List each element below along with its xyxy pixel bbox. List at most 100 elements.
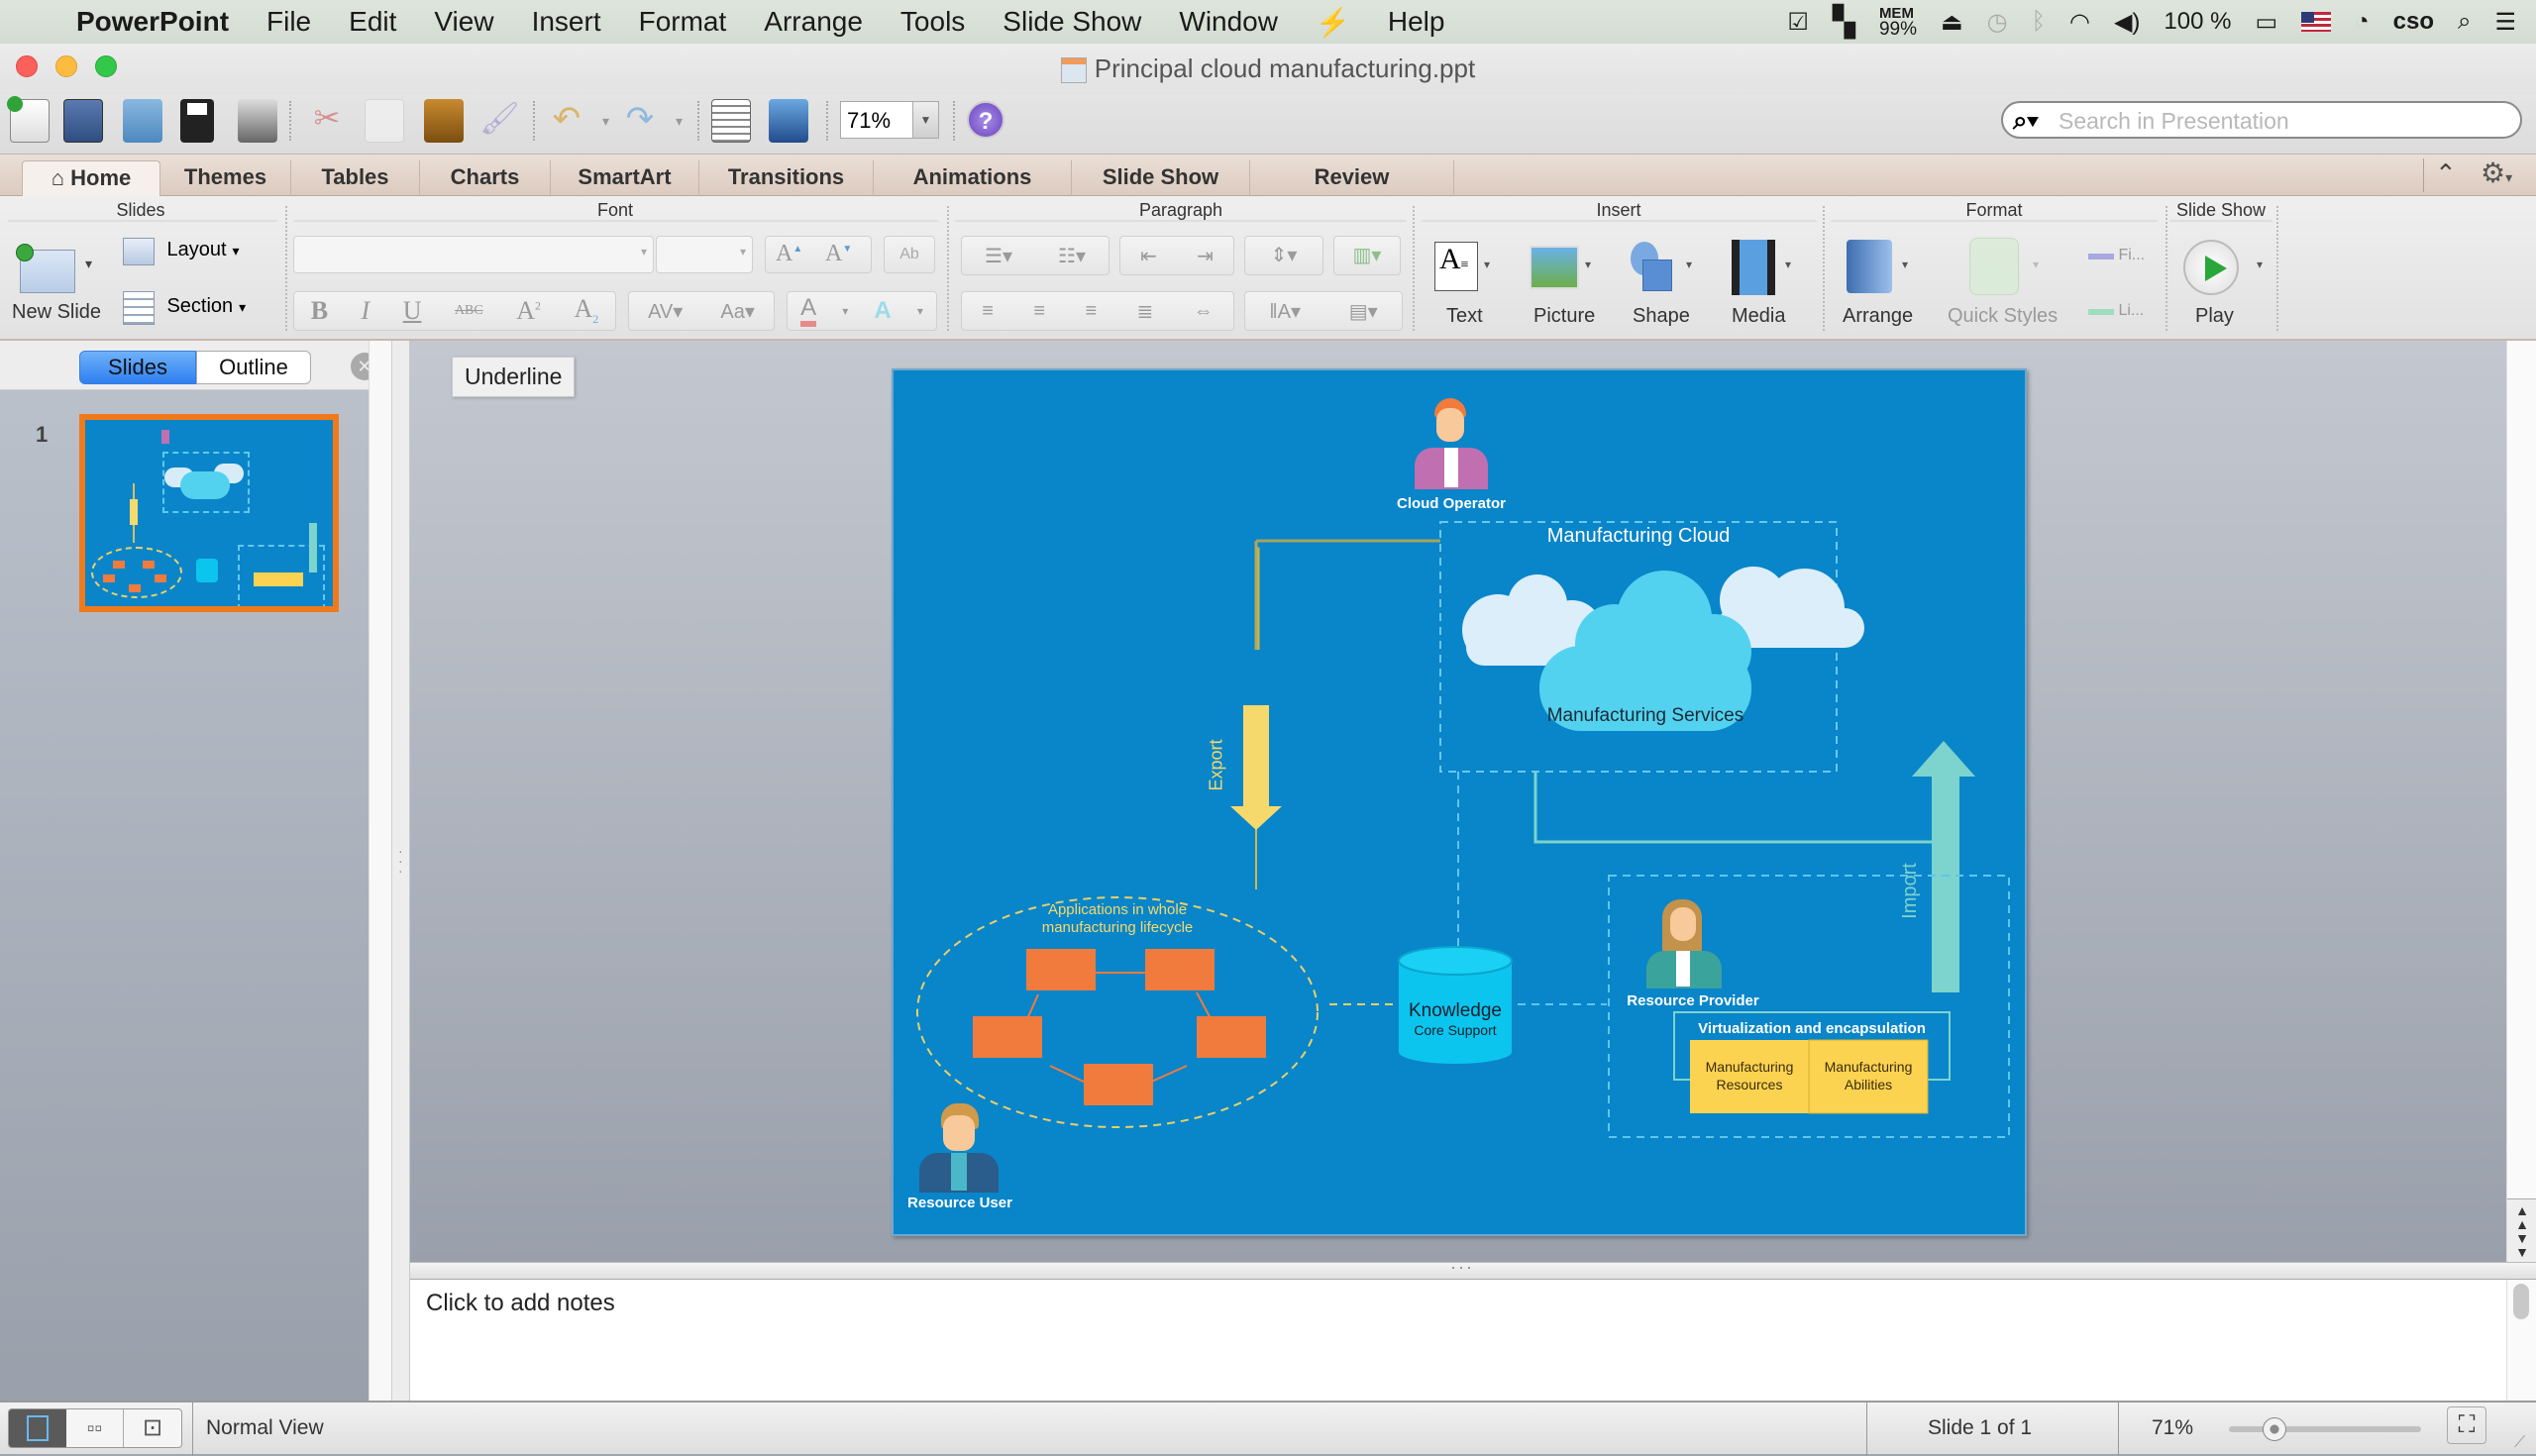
tab-slide-show[interactable]: Slide Show [1072, 160, 1250, 196]
print-icon[interactable] [238, 99, 277, 143]
clear-formatting-icon[interactable]: Ab [884, 236, 935, 273]
media-browser-icon[interactable] [769, 99, 808, 143]
underline-icon[interactable]: U [403, 296, 422, 326]
insert-media-button[interactable]: ▾ Media [1722, 236, 1813, 335]
battery-icon[interactable]: ▭ [2255, 8, 2277, 37]
user-name[interactable]: cso [2393, 8, 2434, 36]
shrink-font-icon[interactable]: A▼ [825, 241, 852, 267]
justify-icon[interactable]: ≣ [1137, 299, 1154, 324]
tab-transitions[interactable]: Transitions [699, 160, 874, 196]
insert-shape-button[interactable]: ▾ Shape [1619, 236, 1712, 335]
notes-field[interactable]: Click to add notes [410, 1280, 2506, 1401]
italic-icon[interactable]: I [362, 296, 370, 326]
previous-slide-icon[interactable]: ▲ ▲ [2507, 1203, 2536, 1231]
columns-icon[interactable]: ▥▾ [1333, 236, 1401, 275]
prev-next-slide-buttons[interactable]: ▲ ▲ ▼ ▼ [2507, 1198, 2536, 1262]
align-right-icon[interactable]: ≡ [1085, 300, 1097, 323]
notes-scrollbar[interactable] [2506, 1280, 2536, 1401]
slide-thumbnail-1[interactable] [79, 414, 339, 612]
tab-review[interactable]: Review [1250, 160, 1454, 196]
align-text-icon[interactable]: ▤▾ [1349, 299, 1378, 324]
paste-icon[interactable] [424, 99, 464, 143]
zoom-slider-knob[interactable] [2263, 1417, 2286, 1441]
open-folder-icon[interactable] [123, 99, 162, 143]
menu-file[interactable]: File [248, 6, 330, 38]
notification-center-icon[interactable]: ☰ [2494, 8, 2516, 37]
resize-grip-icon[interactable]: ⟋ [2514, 1434, 2525, 1452]
section-button[interactable]: Section ▾ [123, 291, 246, 325]
character-spacing-icon[interactable]: AV▾ [648, 299, 683, 324]
redo-dropdown-icon[interactable]: ▾ [676, 99, 691, 143]
tab-charts[interactable]: Charts [420, 160, 551, 196]
us-flag-icon[interactable] [2301, 12, 2332, 32]
new-slide-button[interactable]: New Slide [12, 236, 101, 323]
fit-to-window-icon[interactable]: ⛶ [2447, 1406, 2486, 1444]
distribute-icon[interactable]: ⇔ [1194, 300, 1214, 323]
checklist-status-icon[interactable]: ☑ [1787, 8, 1809, 37]
undo-dropdown-icon[interactable]: ▾ [602, 99, 618, 143]
menu-window[interactable]: Window [1160, 6, 1297, 38]
redo-icon[interactable]: ↷ [620, 99, 660, 143]
menu-help[interactable]: Help [1369, 6, 1464, 38]
slide-show-view-button[interactable]: ⊡ [124, 1409, 181, 1447]
cut-icon[interactable]: ✂ [307, 99, 347, 143]
memory-grid-icon[interactable]: ▚ [1833, 5, 1855, 40]
text-direction-icon[interactable]: ‖A▾ [1269, 299, 1301, 324]
font-color-icon[interactable]: A [800, 295, 817, 327]
change-case-icon[interactable]: Aa▾ [720, 299, 755, 324]
toolbox-icon[interactable] [711, 99, 751, 143]
zoom-slider[interactable] [2229, 1417, 2421, 1441]
wifi-icon[interactable]: ◠ [2069, 8, 2090, 37]
numbering-icon[interactable]: ☷▾ [1058, 244, 1086, 268]
align-center-icon[interactable]: ≡ [1033, 300, 1045, 323]
undo-icon[interactable]: ↶ [547, 99, 586, 143]
ribbon-settings-gear-icon[interactable]: ⚙▾ [2481, 156, 2512, 189]
chevron-down-icon[interactable]: ▼ [912, 102, 938, 138]
play-slideshow-button[interactable]: ▾ Play [2175, 236, 2274, 335]
pane-resize-handle[interactable]: · · · [392, 341, 410, 1401]
search-input[interactable]: ⌕▾ Search in Presentation [2001, 101, 2522, 139]
text-effects-icon[interactable]: A [874, 297, 891, 325]
tab-slides[interactable]: Slides [79, 351, 196, 384]
tab-smartart[interactable]: SmartArt [551, 160, 699, 196]
menu-arrange[interactable]: Arrange [745, 6, 882, 38]
airplay-icon[interactable]: ⏏ [1941, 8, 1963, 37]
tab-themes[interactable]: Themes [160, 160, 291, 196]
menu-format[interactable]: Format [620, 6, 746, 38]
menu-edit[interactable]: Edit [330, 6, 415, 38]
time-machine-icon[interactable]: ◷ [1987, 8, 2008, 37]
new-presentation-icon[interactable] [7, 96, 50, 143]
shape-line-button[interactable]: Li... [2088, 295, 2144, 320]
slides-pane-scrollbar[interactable] [369, 341, 392, 1401]
collapse-ribbon-icon[interactable]: ⌃ [2435, 158, 2457, 189]
app-menu[interactable]: PowerPoint [57, 6, 248, 38]
new-slide-dropdown-icon[interactable]: ▾ [85, 256, 92, 272]
search-icon[interactable]: ⌕▾ [2013, 105, 2038, 137]
tab-home[interactable]: ⌂ Home [22, 160, 160, 196]
save-icon[interactable] [180, 99, 214, 143]
template-gallery-icon[interactable] [63, 99, 103, 143]
line-spacing-icon[interactable]: ⇕▾ [1244, 236, 1323, 275]
subscript-icon[interactable]: A2 [574, 294, 598, 327]
grow-font-icon[interactable]: A▲ [776, 241, 802, 267]
tab-tables[interactable]: Tables [291, 160, 420, 196]
bold-icon[interactable]: B [311, 296, 328, 326]
slide-sorter-view-button[interactable]: ▫▫ [66, 1409, 124, 1447]
tab-outline[interactable]: Outline [196, 351, 311, 384]
menu-insert[interactable]: Insert [513, 6, 620, 38]
format-painter-icon[interactable]: 🖌 [479, 99, 520, 143]
menu-slide-show[interactable]: Slide Show [984, 6, 1160, 38]
bluetooth-icon[interactable]: ᛒ [2032, 8, 2046, 36]
superscript-icon[interactable]: A2 [516, 296, 541, 326]
battery-percent[interactable]: 100 % [2164, 8, 2231, 36]
insert-text-button[interactable]: A≡ ▾ Text [1425, 236, 1514, 335]
notes-splitter[interactable]: ··· [410, 1257, 2536, 1280]
zoom-select[interactable]: 71% ▼ [840, 101, 939, 139]
spotlight-search-icon[interactable]: ⌕ [2458, 8, 2471, 36]
bullets-icon[interactable]: ☰▾ [985, 244, 1012, 268]
layout-button[interactable]: Layout ▾ [123, 238, 240, 267]
increase-indent-icon[interactable]: ⇥ [1197, 244, 1214, 268]
memory-indicator[interactable]: MEM 99% [1879, 6, 1917, 40]
menu-tools[interactable]: Tools [882, 6, 984, 38]
font-name-select[interactable]: ▾ [293, 236, 654, 273]
